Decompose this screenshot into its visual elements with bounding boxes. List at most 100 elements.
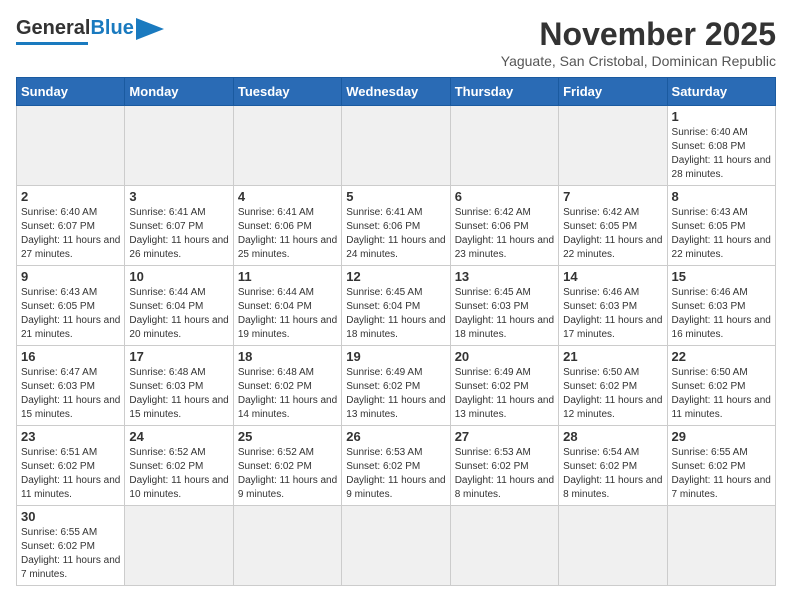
calendar-week-row: 2 Sunrise: 6:40 AMSunset: 6:07 PMDaylight… [17, 186, 776, 266]
title-area: November 2025 Yaguate, San Cristobal, Do… [501, 16, 776, 69]
calendar-week-row: 30 Sunrise: 6:55 AMSunset: 6:02 PMDayligh… [17, 506, 776, 586]
calendar-cell: 7Sunrise: 6:42 AMSunset: 6:05 PMDaylight… [559, 186, 667, 266]
calendar-cell: 16Sunrise: 6:47 AMSunset: 6:03 PMDayligh… [17, 346, 125, 426]
calendar-cell: 2 Sunrise: 6:40 AMSunset: 6:07 PMDaylight… [17, 186, 125, 266]
calendar-cell [125, 506, 233, 586]
calendar-cell: 13 Sunrise: 6:45 AMSunset: 6:03 PMDayligh… [450, 266, 558, 346]
day-info: Sunrise: 6:53 AMSunset: 6:02 PMDaylight:… [346, 446, 445, 502]
calendar-cell: 24Sunrise: 6:52 AMSunset: 6:02 PMDayligh… [125, 426, 233, 506]
day-number: 13 [455, 269, 554, 284]
calendar-cell: 6 Sunrise: 6:42 AMSunset: 6:06 PMDaylight… [450, 186, 558, 266]
subtitle: Yaguate, San Cristobal, Dominican Republ… [501, 53, 776, 69]
day-info: Sunrise: 6:41 AMSunset: 6:06 PMDaylight:… [238, 206, 337, 262]
page-header: GeneralBlue November 2025 Yaguate, San C… [16, 16, 776, 69]
calendar-week-row: 16Sunrise: 6:47 AMSunset: 6:03 PMDayligh… [17, 346, 776, 426]
day-info: Sunrise: 6:40 AMSunset: 6:08 PMDaylight:… [672, 126, 771, 182]
weekday-header: Tuesday [233, 78, 341, 106]
day-number: 11 [238, 269, 337, 284]
day-number: 9 [21, 269, 120, 284]
day-info: Sunrise: 6:51 AMSunset: 6:02 PMDaylight:… [21, 446, 120, 502]
calendar-cell: 10Sunrise: 6:44 AMSunset: 6:04 PMDayligh… [125, 266, 233, 346]
day-info: Sunrise: 6:46 AMSunset: 6:03 PMDaylight:… [672, 286, 771, 342]
calendar-week-row: 1 Sunrise: 6:40 AMSunset: 6:08 PMDaylight… [17, 106, 776, 186]
day-info: Sunrise: 6:53 AMSunset: 6:02 PMDaylight:… [455, 446, 554, 502]
day-info: Sunrise: 6:50 AMSunset: 6:02 PMDaylight:… [672, 366, 771, 422]
weekday-header: Sunday [17, 78, 125, 106]
calendar-cell: 27 Sunrise: 6:53 AMSunset: 6:02 PMDayligh… [450, 426, 558, 506]
calendar-cell: 28 Sunrise: 6:54 AMSunset: 6:02 PMDayligh… [559, 426, 667, 506]
calendar-cell: 3 Sunrise: 6:41 AMSunset: 6:07 PMDaylight… [125, 186, 233, 266]
day-info: Sunrise: 6:48 AMSunset: 6:02 PMDaylight:… [238, 366, 337, 422]
day-number: 6 [455, 189, 554, 204]
day-number: 19 [346, 349, 445, 364]
day-info: Sunrise: 6:42 AMSunset: 6:06 PMDaylight:… [455, 206, 554, 262]
calendar-cell [342, 506, 450, 586]
weekday-header: Friday [559, 78, 667, 106]
day-number: 1 [672, 109, 771, 124]
calendar-week-row: 23 Sunrise: 6:51 AMSunset: 6:02 PMDayligh… [17, 426, 776, 506]
day-info: Sunrise: 6:43 AMSunset: 6:05 PMDaylight:… [21, 286, 120, 342]
day-number: 21 [563, 349, 662, 364]
day-number: 29 [672, 429, 771, 444]
day-number: 4 [238, 189, 337, 204]
day-info: Sunrise: 6:40 AMSunset: 6:07 PMDaylight:… [21, 206, 120, 262]
day-info: Sunrise: 6:55 AMSunset: 6:02 PMDaylight:… [672, 446, 771, 502]
day-number: 30 [21, 509, 120, 524]
calendar-cell: 12Sunrise: 6:45 AMSunset: 6:04 PMDayligh… [342, 266, 450, 346]
day-info: Sunrise: 6:52 AMSunset: 6:02 PMDaylight:… [129, 446, 228, 502]
logo-icon [136, 18, 164, 40]
day-number: 17 [129, 349, 228, 364]
calendar-cell: 9 Sunrise: 6:43 AMSunset: 6:05 PMDaylight… [17, 266, 125, 346]
day-number: 18 [238, 349, 337, 364]
calendar-cell: 19 Sunrise: 6:49 AMSunset: 6:02 PMDayligh… [342, 346, 450, 426]
day-number: 15 [672, 269, 771, 284]
day-info: Sunrise: 6:49 AMSunset: 6:02 PMDaylight:… [346, 366, 445, 422]
day-info: Sunrise: 6:54 AMSunset: 6:02 PMDaylight:… [563, 446, 662, 502]
calendar-cell: 22Sunrise: 6:50 AMSunset: 6:02 PMDayligh… [667, 346, 775, 426]
calendar-cell [450, 506, 558, 586]
calendar-cell: 23 Sunrise: 6:51 AMSunset: 6:02 PMDayligh… [17, 426, 125, 506]
logo: GeneralBlue [16, 16, 164, 45]
calendar-cell: 18 Sunrise: 6:48 AMSunset: 6:02 PMDayligh… [233, 346, 341, 426]
calendar-table: SundayMondayTuesdayWednesdayThursdayFrid… [16, 77, 776, 586]
calendar-cell: 29 Sunrise: 6:55 AMSunset: 6:02 PMDayligh… [667, 426, 775, 506]
calendar-cell [342, 106, 450, 186]
day-info: Sunrise: 6:45 AMSunset: 6:04 PMDaylight:… [346, 286, 445, 342]
calendar-cell: 8Sunrise: 6:43 AMSunset: 6:05 PMDaylight… [667, 186, 775, 266]
calendar-cell: 30 Sunrise: 6:55 AMSunset: 6:02 PMDayligh… [17, 506, 125, 586]
calendar-cell [559, 106, 667, 186]
calendar-cell [233, 106, 341, 186]
day-info: Sunrise: 6:52 AMSunset: 6:02 PMDaylight:… [238, 446, 337, 502]
day-number: 26 [346, 429, 445, 444]
calendar-week-row: 9 Sunrise: 6:43 AMSunset: 6:05 PMDaylight… [17, 266, 776, 346]
day-number: 3 [129, 189, 228, 204]
day-info: Sunrise: 6:48 AMSunset: 6:03 PMDaylight:… [129, 366, 228, 422]
day-number: 5 [346, 189, 445, 204]
day-info: Sunrise: 6:44 AMSunset: 6:04 PMDaylight:… [238, 286, 337, 342]
day-info: Sunrise: 6:42 AMSunset: 6:05 PMDaylight:… [563, 206, 662, 262]
day-info: Sunrise: 6:55 AMSunset: 6:02 PMDaylight:… [21, 526, 120, 582]
day-info: Sunrise: 6:45 AMSunset: 6:03 PMDaylight:… [455, 286, 554, 342]
calendar-cell: 1 Sunrise: 6:40 AMSunset: 6:08 PMDaylight… [667, 106, 775, 186]
day-number: 28 [563, 429, 662, 444]
day-info: Sunrise: 6:41 AMSunset: 6:07 PMDaylight:… [129, 206, 228, 262]
calendar-cell [233, 506, 341, 586]
calendar-cell: 26 Sunrise: 6:53 AMSunset: 6:02 PMDayligh… [342, 426, 450, 506]
calendar-cell: 20Sunrise: 6:49 AMSunset: 6:02 PMDayligh… [450, 346, 558, 426]
calendar-cell: 17 Sunrise: 6:48 AMSunset: 6:03 PMDayligh… [125, 346, 233, 426]
day-number: 23 [21, 429, 120, 444]
day-info: Sunrise: 6:44 AMSunset: 6:04 PMDaylight:… [129, 286, 228, 342]
day-number: 2 [21, 189, 120, 204]
day-info: Sunrise: 6:50 AMSunset: 6:02 PMDaylight:… [563, 366, 662, 422]
calendar-cell [667, 506, 775, 586]
calendar-cell [125, 106, 233, 186]
weekday-header: Thursday [450, 78, 558, 106]
day-info: Sunrise: 6:47 AMSunset: 6:03 PMDaylight:… [21, 366, 120, 422]
weekday-header: Saturday [667, 78, 775, 106]
day-number: 27 [455, 429, 554, 444]
calendar-cell [450, 106, 558, 186]
calendar-cell: 21 Sunrise: 6:50 AMSunset: 6:02 PMDayligh… [559, 346, 667, 426]
day-info: Sunrise: 6:41 AMSunset: 6:06 PMDaylight:… [346, 206, 445, 262]
weekday-header-row: SundayMondayTuesdayWednesdayThursdayFrid… [17, 78, 776, 106]
calendar-cell: 5 Sunrise: 6:41 AMSunset: 6:06 PMDaylight… [342, 186, 450, 266]
